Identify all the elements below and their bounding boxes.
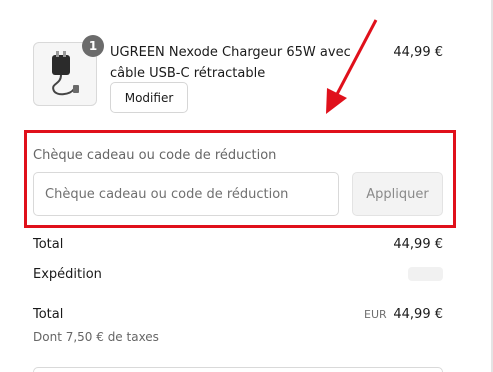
next-section-field[interactable] <box>33 367 443 372</box>
modify-button[interactable]: Modifier <box>110 82 188 113</box>
taxes-note: Dont 7,50 € de taxes <box>33 330 159 344</box>
shipping-label: Expédition <box>33 267 102 282</box>
charger-icon <box>52 51 79 96</box>
apply-button[interactable]: Appliquer <box>352 172 443 216</box>
shipping-value-placeholder <box>408 267 443 281</box>
product-price: 44,99 € <box>393 45 443 60</box>
total-value: 44,99 € <box>393 307 443 322</box>
arrow-icon <box>326 19 378 114</box>
currency-code: EUR <box>364 308 387 321</box>
discount-label: Chèque cadeau ou code de réduction <box>33 148 277 163</box>
quantity-badge: 1 <box>82 35 104 57</box>
subtotal-label: Total <box>33 237 64 252</box>
discount-code-input[interactable] <box>33 172 339 216</box>
subtotal-value: 44,99 € <box>393 237 443 252</box>
total-label: Total <box>33 307 64 322</box>
